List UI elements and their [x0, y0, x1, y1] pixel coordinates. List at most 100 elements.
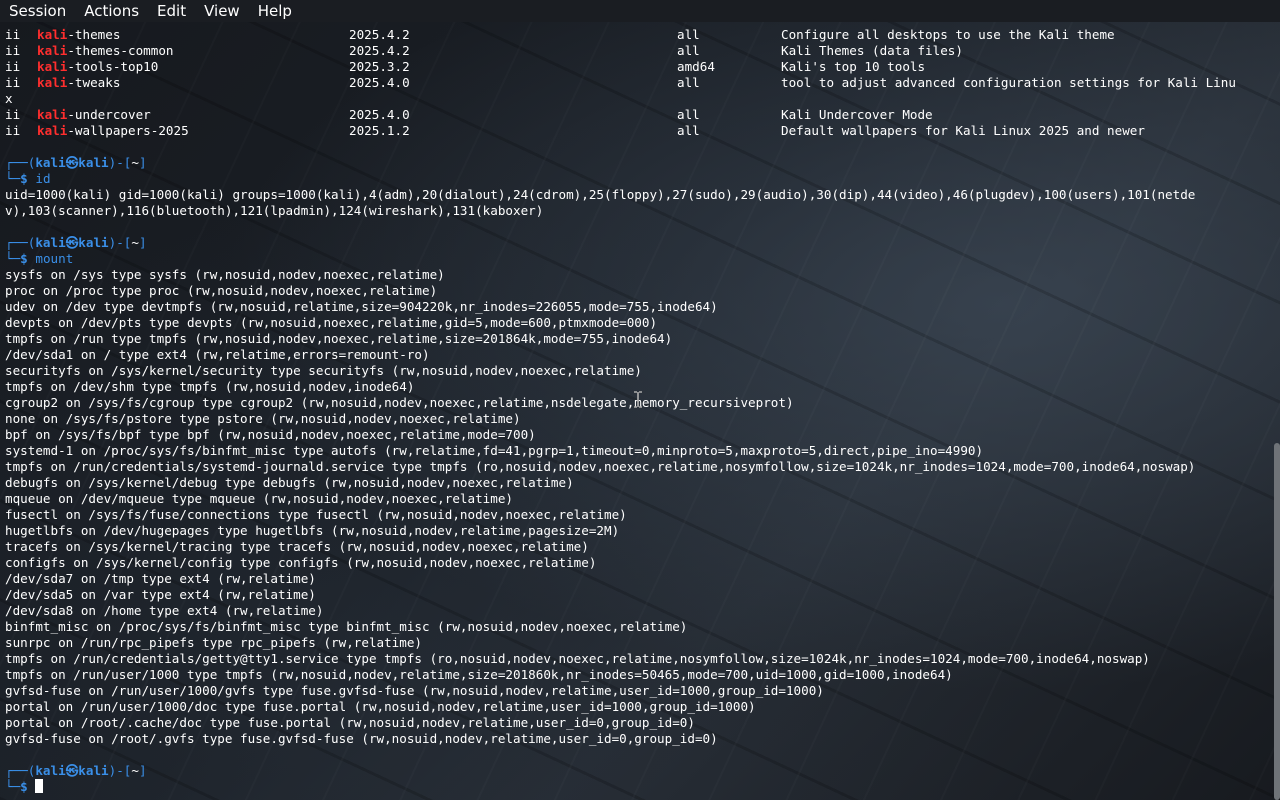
output-line: hugetlbfs on /dev/hugepages type hugetlb…	[5, 523, 1267, 539]
mount-output-text: /dev/sda5 on /var type ext4 (rw,relatime…	[5, 587, 316, 602]
scrollbar-thumb[interactable]	[1274, 443, 1280, 800]
prompt-user: kali	[35, 155, 66, 170]
prompt-at: ㉿	[65, 235, 79, 250]
output-line: none on /sys/fs/pstore type pstore (rw,n…	[5, 411, 1267, 427]
package-description: tool to adjust advanced configuration se…	[781, 75, 1236, 90]
package-description: Kali's top 10 tools	[781, 59, 926, 74]
wrapped-text: x	[5, 91, 1267, 107]
package-version: 2025.4.2	[349, 43, 410, 58]
mount-output-text: /dev/sda8 on /home type ext4 (rw,relatim…	[5, 603, 324, 618]
prompt-line: ┌──(kali㉿kali)-[~]	[5, 235, 1267, 251]
package-name-rest: -themes-common	[67, 43, 174, 58]
package-name: kali-tweaks	[37, 75, 120, 91]
mount-output-text: /dev/sda7 on /tmp type ext4 (rw,relatime…	[5, 571, 316, 586]
package-name: kali-themes-common	[37, 43, 174, 59]
output-line: systemd-1 on /proc/sys/fs/binfmt_misc ty…	[5, 443, 1267, 459]
mount-output-text: mqueue on /dev/mqueue type mqueue (rw,no…	[5, 491, 513, 506]
prompt-sign: $	[20, 171, 28, 186]
output-line: devpts on /dev/pts type devpts (rw,nosui…	[5, 315, 1267, 331]
package-row: ii kali-tweaks 2025.4.0 all tool to adjust a…	[5, 75, 1267, 91]
package-status: ii	[5, 43, 21, 58]
menu-actions[interactable]: Actions	[75, 0, 148, 22]
mount-output-text: sunrpc on /run/rpc_pipefs type rpc_pipef…	[5, 635, 423, 650]
output-line: portal on /root/.cache/doc type fuse.por…	[5, 715, 1267, 731]
prompt-tail: └─	[5, 779, 21, 794]
prompt-close: ]	[138, 763, 147, 778]
package-row: ii kali-wallpapers-2025 2025.1.2 all Default…	[5, 123, 1267, 139]
mount-output-text: tracefs on /sys/kernel/tracing type trac…	[5, 539, 589, 554]
package-row: ii kali-themes 2025.4.2 all Configure all de…	[5, 27, 1267, 43]
mount-output-text: tmpfs on /dev/shm type tmpfs (rw,nosuid,…	[5, 379, 415, 394]
prompt-host: kali	[78, 155, 109, 170]
package-name-highlight: kali	[37, 59, 68, 74]
mount-output-text: binfmt_misc on /proc/sys/fs/binfmt_misc …	[5, 619, 688, 634]
package-name-rest: -tweaks	[67, 75, 121, 90]
package-arch: amd64	[677, 59, 715, 74]
package-arch: all	[677, 75, 700, 90]
mount-output-text: gvfsd-fuse on /run/user/1000/gvfs type f…	[5, 683, 824, 698]
prompt-mid: )-[	[108, 235, 132, 250]
prompt-tail: └─	[5, 251, 21, 266]
package-arch: all	[677, 107, 700, 122]
package-name-highlight: kali	[37, 43, 68, 58]
package-name-rest: -themes	[67, 27, 121, 42]
package-name-highlight: kali	[37, 75, 68, 90]
prompt-at: ㉿	[65, 155, 79, 170]
output-line: securityfs on /sys/kernel/security type …	[5, 363, 1267, 379]
package-version: 2025.1.2	[349, 123, 410, 138]
output-line: proc on /proc type proc (rw,nosuid,nodev…	[5, 283, 1267, 299]
output-line: gvfsd-fuse on /run/user/1000/gvfs type f…	[5, 683, 1267, 699]
menu-edit[interactable]: Edit	[148, 0, 195, 22]
output-line: tracefs on /sys/kernel/tracing type trac…	[5, 539, 1267, 555]
package-arch: all	[677, 27, 700, 42]
output-line: sysfs on /sys type sysfs (rw,nosuid,node…	[5, 267, 1267, 283]
package-arch: all	[677, 43, 700, 58]
mount-output-text: portal on /run/user/1000/doc type fuse.p…	[5, 699, 756, 714]
mount-output-text: bpf on /sys/fs/bpf type bpf (rw,nosuid,n…	[5, 427, 536, 442]
package-description: Kali Themes (data files)	[781, 43, 963, 58]
prompt-sign: $	[20, 779, 28, 794]
package-version: 2025.4.0	[349, 107, 410, 122]
package-arch: all	[677, 123, 700, 138]
package-version: 2025.4.2	[349, 27, 410, 42]
menu-session[interactable]: Session	[0, 0, 75, 22]
command-text: mount	[35, 251, 74, 266]
output-line: v),103(scanner),116(bluetooth),121(lpadm…	[5, 203, 1267, 219]
package-name-rest: -undercover	[67, 107, 151, 122]
prompt-tail: └─	[5, 171, 21, 186]
output-line: debugfs on /sys/kernel/debug type debugf…	[5, 475, 1267, 491]
mount-output-text: /dev/sda1 on / type ext4 (rw,relatime,er…	[5, 347, 430, 362]
terminal-cursor[interactable]	[35, 779, 44, 793]
mount-output-text: gvfsd-fuse on /root/.gvfs type fuse.gvfs…	[5, 731, 718, 746]
package-name: kali-themes	[37, 27, 120, 43]
package-name-rest: -wallpapers-2025	[67, 123, 189, 138]
output-line: /dev/sda5 on /var type ext4 (rw,relatime…	[5, 587, 1267, 603]
prompt-open: ┌──(	[5, 235, 36, 250]
output-line: udev on /dev type devtmpfs (rw,nosuid,re…	[5, 299, 1267, 315]
package-row: ii kali-tools-top10 2025.3.2 amd64 Kali's to…	[5, 59, 1267, 75]
output-line: fusectl on /sys/fs/fuse/connections type…	[5, 507, 1267, 523]
package-description: Configure all desktops to use the Kali t…	[781, 27, 1115, 42]
mount-output-text: proc on /proc type proc (rw,nosuid,nodev…	[5, 283, 438, 298]
menu-help[interactable]: Help	[249, 0, 301, 22]
output-line: configfs on /sys/kernel/config type conf…	[5, 555, 1267, 571]
id-output-text: v),103(scanner),116(bluetooth),121(lpadm…	[5, 203, 544, 218]
mount-output-text: cgroup2 on /sys/fs/cgroup type cgroup2 (…	[5, 395, 794, 410]
package-description: Default wallpapers for Kali Linux 2025 a…	[781, 123, 1145, 138]
menu-view[interactable]: View	[195, 0, 249, 22]
package-version: 2025.3.2	[349, 59, 410, 74]
wrap-continuation: x	[5, 91, 13, 106]
package-name: kali-undercover	[37, 107, 151, 123]
mount-output-text: devpts on /dev/pts type devpts (rw,nosui…	[5, 315, 658, 330]
terminal-output[interactable]: ii kali-themes 2025.4.2 all Configure all de…	[5, 27, 1267, 795]
prompt-close: ]	[138, 155, 147, 170]
package-version: 2025.4.0	[349, 75, 410, 90]
package-row: ii kali-themes-common 2025.4.2 all Kali Them…	[5, 43, 1267, 59]
mount-output-text: portal on /root/.cache/doc type fuse.por…	[5, 715, 695, 730]
prompt-user: kali	[35, 235, 66, 250]
mount-output-text: none on /sys/fs/pstore type pstore (rw,n…	[5, 411, 521, 426]
prompt-line: ┌──(kali㉿kali)-[~]	[5, 763, 1267, 779]
package-status: ii	[5, 27, 21, 42]
mount-output-text: tmpfs on /run type tmpfs (rw,nosuid,node…	[5, 331, 673, 346]
